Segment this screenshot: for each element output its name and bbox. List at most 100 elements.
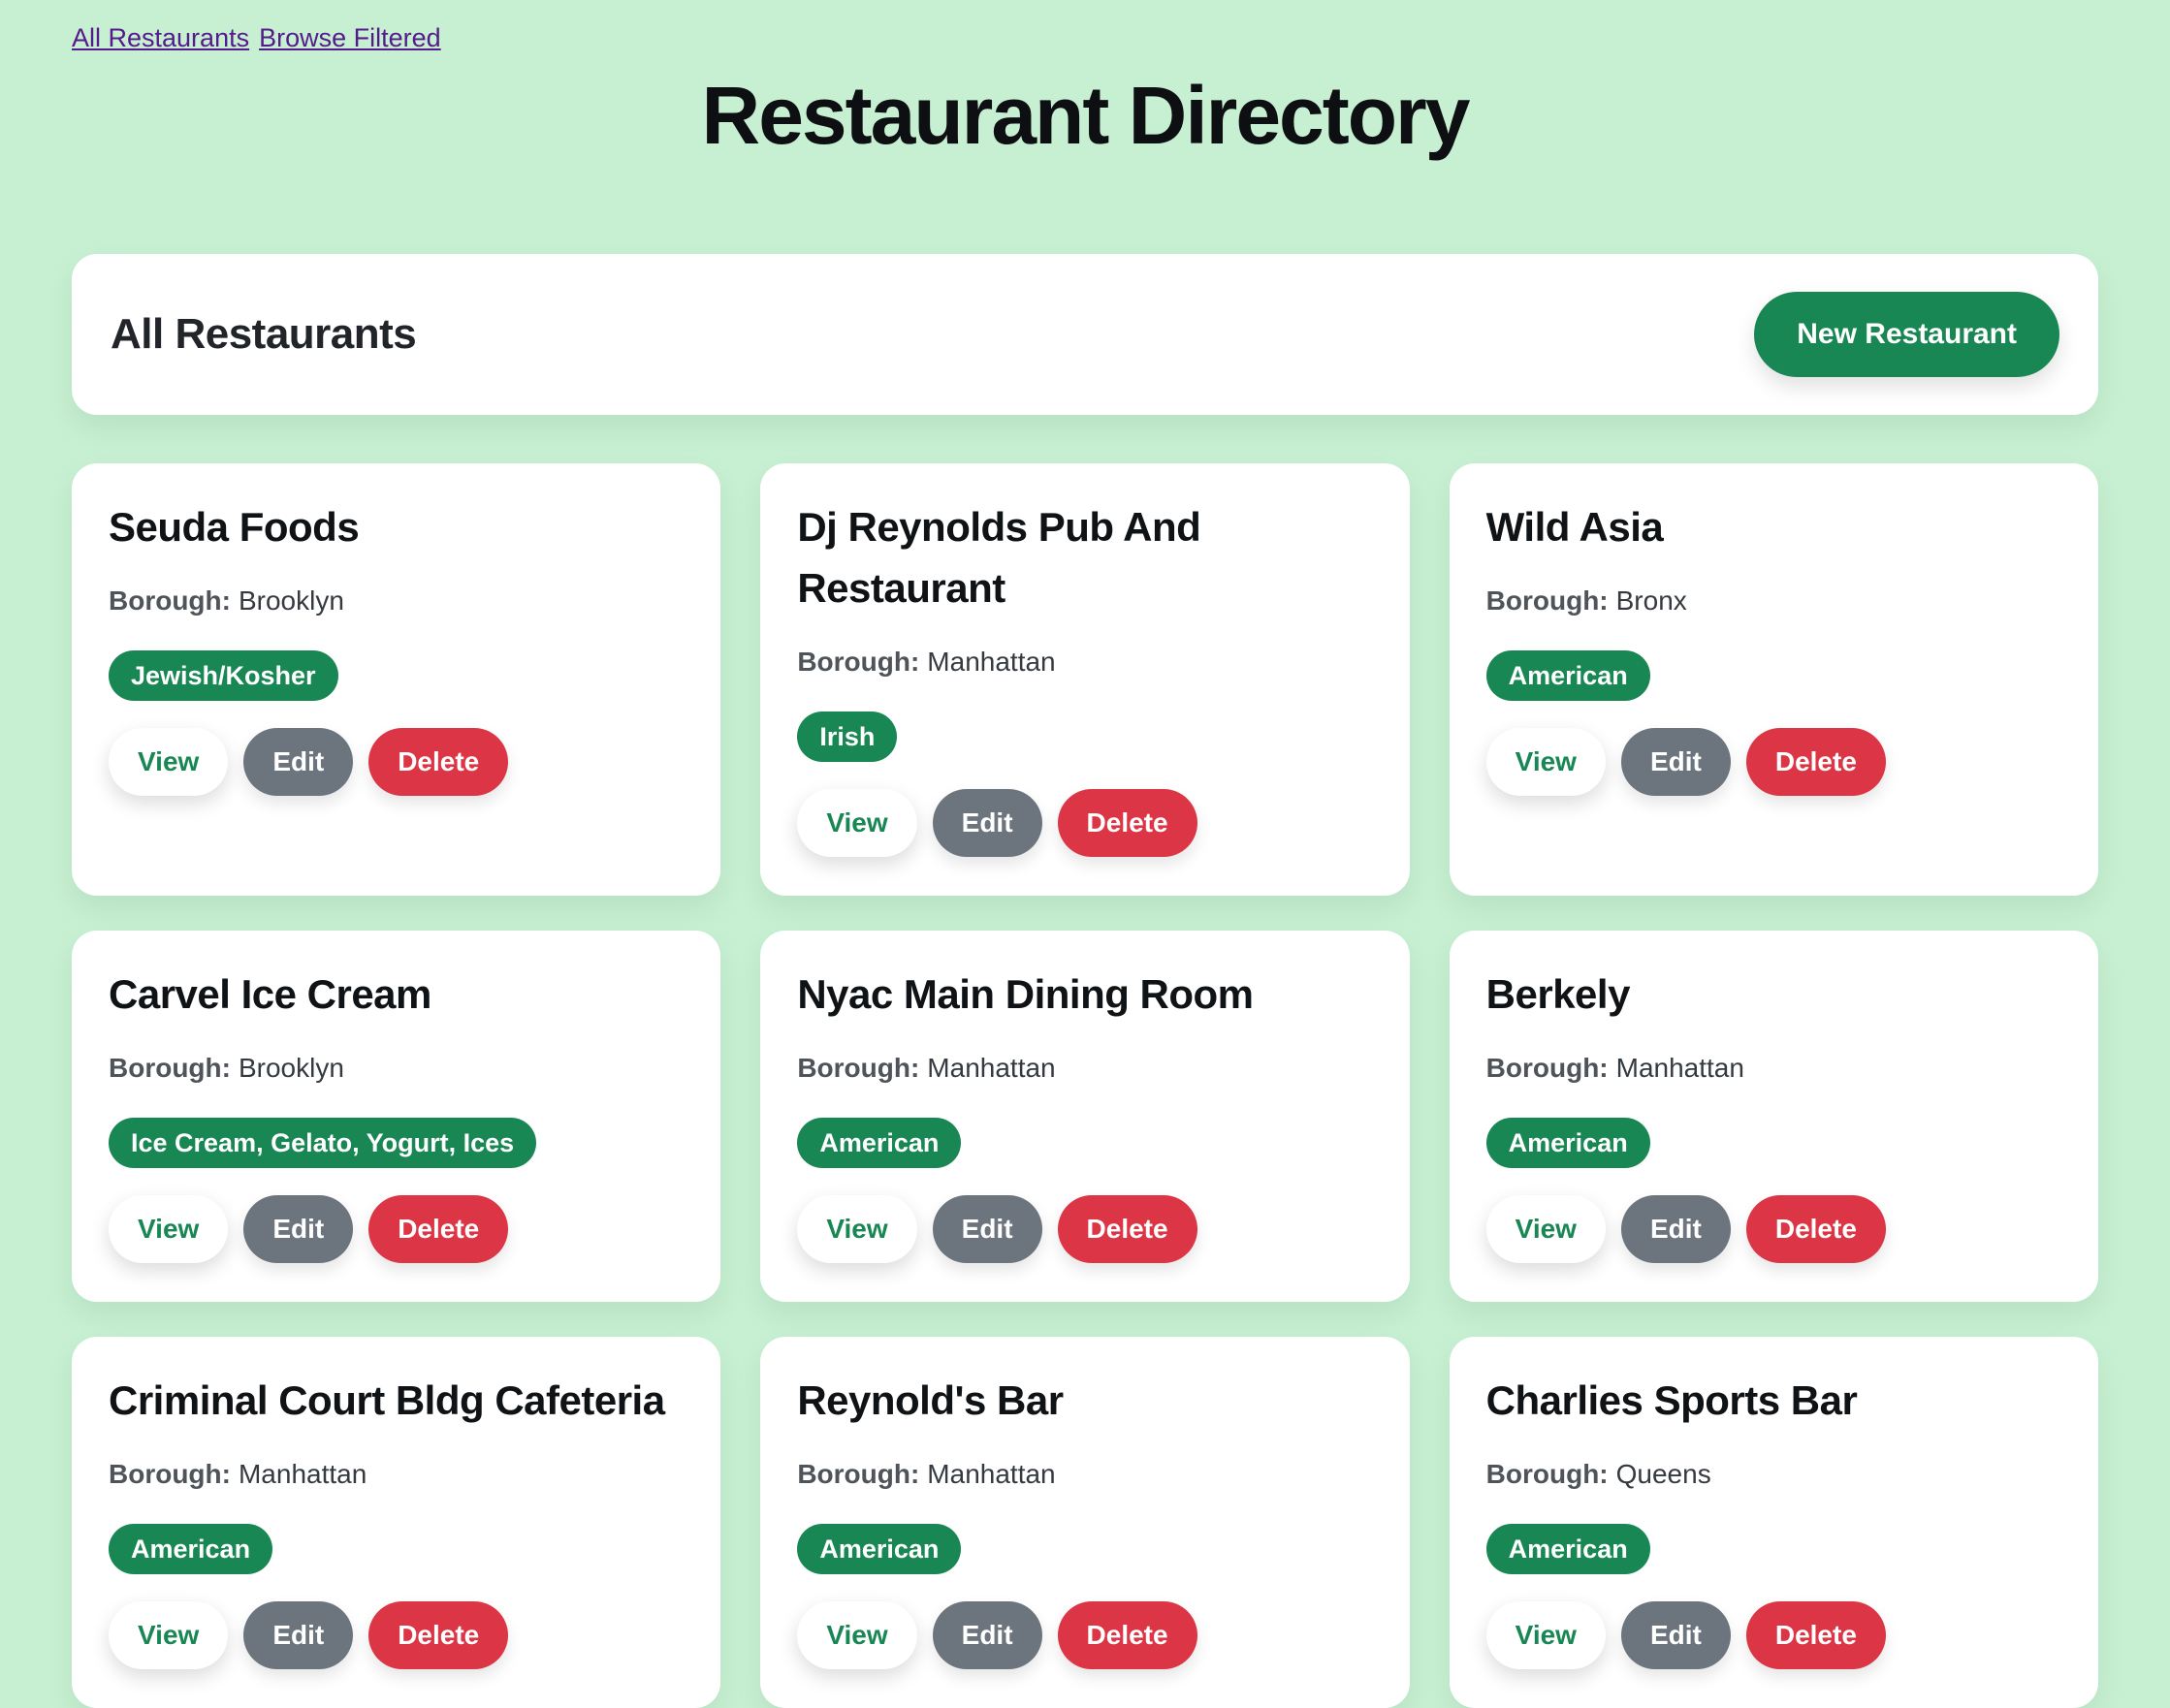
restaurant-card: Berkely Borough:Manhattan American View … bbox=[1450, 931, 2098, 1302]
view-button[interactable]: View bbox=[1486, 728, 1606, 796]
page-title: Restaurant Directory bbox=[72, 69, 2098, 163]
restaurant-name: Seuda Foods bbox=[109, 496, 684, 557]
delete-button[interactable]: Delete bbox=[368, 1195, 508, 1263]
cuisine-badge-row: Irish bbox=[797, 712, 1372, 762]
edit-button[interactable]: Edit bbox=[243, 728, 353, 796]
borough-label: Borough: bbox=[1486, 585, 1609, 616]
edit-button[interactable]: Edit bbox=[933, 789, 1042, 857]
delete-button[interactable]: Delete bbox=[1746, 1195, 1886, 1263]
delete-button[interactable]: Delete bbox=[1058, 1195, 1197, 1263]
borough-label: Borough: bbox=[109, 1459, 231, 1489]
cuisine-badge: American bbox=[1486, 650, 1650, 701]
delete-button[interactable]: Delete bbox=[368, 1601, 508, 1669]
cuisine-badge-row: American bbox=[109, 1524, 684, 1574]
cuisine-badge: American bbox=[797, 1524, 961, 1574]
edit-button[interactable]: Edit bbox=[1621, 1195, 1731, 1263]
view-button[interactable]: View bbox=[109, 728, 228, 796]
cuisine-badge-row: American bbox=[1486, 1118, 2061, 1168]
borough-value: Manhattan bbox=[927, 647, 1055, 677]
borough-value: Bronx bbox=[1616, 585, 1687, 616]
borough-value: Manhattan bbox=[927, 1459, 1055, 1489]
delete-button[interactable]: Delete bbox=[1746, 728, 1886, 796]
delete-button[interactable]: Delete bbox=[368, 728, 508, 796]
restaurant-card: Carvel Ice Cream Borough:Brooklyn Ice Cr… bbox=[72, 931, 720, 1302]
cuisine-badge-row: American bbox=[1486, 1524, 2061, 1574]
edit-button[interactable]: Edit bbox=[243, 1195, 353, 1263]
restaurant-card: Wild Asia Borough:Bronx American View Ed… bbox=[1450, 463, 2098, 896]
borough-value: Brooklyn bbox=[239, 1053, 344, 1083]
cuisine-badge-row: Ice Cream, Gelato, Yogurt, Ices bbox=[109, 1118, 684, 1168]
borough-line: Borough: Manhattan bbox=[797, 1048, 1372, 1089]
borough-label: Borough: bbox=[797, 1053, 919, 1083]
edit-button[interactable]: Edit bbox=[1621, 1601, 1731, 1669]
cuisine-badge: American bbox=[109, 1524, 272, 1574]
view-button[interactable]: View bbox=[109, 1601, 228, 1669]
borough-value: Manhattan bbox=[927, 1053, 1055, 1083]
card-actions: View Edit Delete bbox=[797, 1195, 1372, 1263]
view-button[interactable]: View bbox=[797, 1195, 916, 1263]
restaurant-grid: Seuda Foods Borough: Brooklyn Jewish/Kosh… bbox=[72, 463, 2098, 1708]
borough-label: Borough: bbox=[1486, 1459, 1609, 1489]
section-heading: All Restaurants bbox=[111, 310, 416, 359]
borough-line: Borough: Manhattan bbox=[797, 642, 1372, 682]
card-actions: View Edit Delete bbox=[109, 1601, 684, 1669]
nav-link-browse-filtered[interactable]: Browse Filtered bbox=[259, 23, 441, 53]
borough-label: Borough: bbox=[1486, 1053, 1609, 1083]
borough-label: Borough: bbox=[797, 1459, 919, 1489]
edit-button[interactable]: Edit bbox=[1621, 728, 1731, 796]
view-button[interactable]: View bbox=[1486, 1601, 1606, 1669]
borough-label: Borough: bbox=[109, 585, 231, 616]
borough-label: Borough: bbox=[109, 1053, 231, 1083]
delete-button[interactable]: Delete bbox=[1058, 789, 1197, 857]
top-nav: All Restaurants Browse Filtered bbox=[72, 23, 2098, 53]
cuisine-badge: Jewish/Kosher bbox=[109, 650, 338, 701]
borough-line: Borough:Manhattan bbox=[109, 1454, 684, 1495]
view-button[interactable]: View bbox=[109, 1195, 228, 1263]
restaurant-name: Criminal Court Bldg Cafeteria bbox=[109, 1370, 684, 1431]
view-button[interactable]: View bbox=[797, 1601, 916, 1669]
edit-button[interactable]: Edit bbox=[933, 1195, 1042, 1263]
restaurant-name: Berkely bbox=[1486, 964, 2061, 1025]
card-actions: View Edit Delete bbox=[109, 1195, 684, 1263]
borough-line: Borough:Queens bbox=[1486, 1454, 2061, 1495]
card-actions: View Edit Delete bbox=[797, 789, 1372, 857]
restaurant-name: Reynold's Bar bbox=[797, 1370, 1372, 1431]
toolbar-card: All Restaurants New Restaurant bbox=[72, 254, 2098, 415]
card-actions: View Edit Delete bbox=[1486, 1195, 2061, 1263]
cuisine-badge-row: American bbox=[1486, 650, 2061, 701]
view-button[interactable]: View bbox=[1486, 1195, 1606, 1263]
restaurant-name: Wild Asia bbox=[1486, 496, 2061, 557]
cuisine-badge: Ice Cream, Gelato, Yogurt, Ices bbox=[109, 1118, 536, 1168]
cuisine-badge: American bbox=[1486, 1524, 1650, 1574]
card-actions: View Edit Delete bbox=[1486, 728, 2061, 796]
borough-value: Queens bbox=[1616, 1459, 1711, 1489]
borough-line: Borough:Brooklyn bbox=[109, 581, 684, 621]
card-actions: View Edit Delete bbox=[109, 728, 684, 796]
restaurant-card: Reynold's Bar Borough: Manhattan American… bbox=[760, 1337, 1409, 1708]
delete-button[interactable]: Delete bbox=[1058, 1601, 1197, 1669]
delete-button[interactable]: Delete bbox=[1746, 1601, 1886, 1669]
edit-button[interactable]: Edit bbox=[933, 1601, 1042, 1669]
cuisine-badge-row: American bbox=[797, 1524, 1372, 1574]
restaurant-card: Dj Reynolds Pub And Restaurant Borough: M… bbox=[760, 463, 1409, 896]
new-restaurant-button[interactable]: New Restaurant bbox=[1754, 292, 2059, 377]
borough-label: Borough: bbox=[797, 647, 919, 677]
view-button[interactable]: View bbox=[797, 789, 916, 857]
restaurant-card: Nyac Main Dining Room Borough:Manhattan … bbox=[760, 931, 1409, 1302]
restaurant-name: Dj Reynolds Pub And Restaurant bbox=[797, 496, 1372, 618]
restaurant-card: Criminal Court Bldg Cafeteria Borough:Ma… bbox=[72, 1337, 720, 1708]
borough-value: Manhattan bbox=[1616, 1053, 1744, 1083]
cuisine-badge-row: American bbox=[797, 1118, 1372, 1168]
borough-line: Borough:Manhattan bbox=[1486, 1048, 2061, 1089]
borough-line: Borough: Brooklyn bbox=[109, 1048, 684, 1089]
cuisine-badge: Irish bbox=[797, 712, 897, 762]
restaurant-card: Seuda Foods Borough:Brooklyn Jewish/Kosh… bbox=[72, 463, 720, 896]
borough-line: Borough: Manhattan bbox=[797, 1454, 1372, 1495]
edit-button[interactable]: Edit bbox=[243, 1601, 353, 1669]
restaurant-card: Charlies Sports Bar Borough:Queens Ameri… bbox=[1450, 1337, 2098, 1708]
nav-link-all-restaurants[interactable]: All Restaurants bbox=[72, 23, 249, 53]
restaurant-name: Charlies Sports Bar bbox=[1486, 1370, 2061, 1431]
restaurant-name: Nyac Main Dining Room bbox=[797, 964, 1372, 1025]
cuisine-badge: American bbox=[1486, 1118, 1650, 1168]
cuisine-badge-row: Jewish/Kosher bbox=[109, 650, 684, 701]
